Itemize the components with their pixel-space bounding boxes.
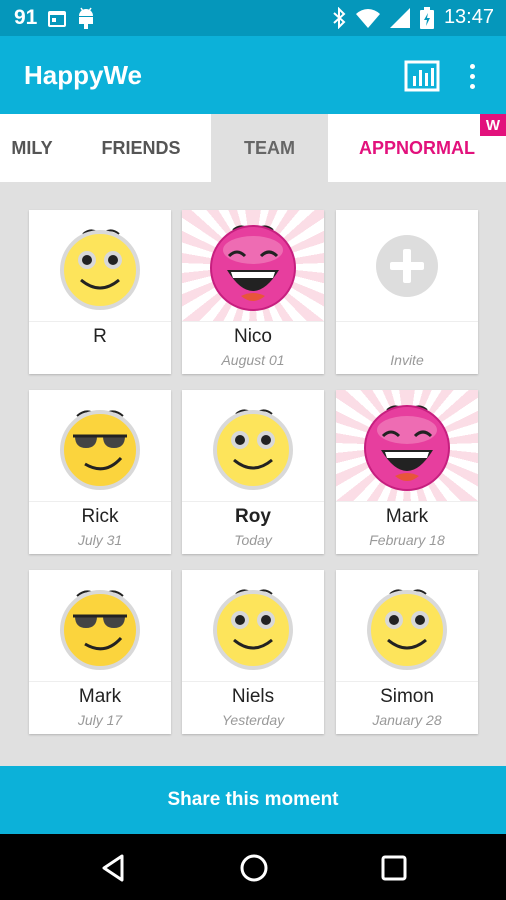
smile-icon xyxy=(213,408,293,490)
member-date: Yesterday xyxy=(221,712,285,728)
bluetooth-icon xyxy=(332,6,346,29)
member-card-mark[interactable]: Mark February 18 xyxy=(336,390,478,554)
smile-icon xyxy=(60,228,140,310)
member-name: Niels xyxy=(231,686,275,707)
member-name: Simon xyxy=(380,686,434,707)
member-name: Mark xyxy=(385,506,429,527)
status-bar: 91 13:47 xyxy=(0,0,506,36)
member-card-mark-2[interactable]: Mark July 17 xyxy=(29,570,171,734)
member-name: Rick xyxy=(81,506,119,527)
signal-icon xyxy=(389,7,410,28)
tab-family[interactable]: MILY xyxy=(0,114,72,182)
member-date: February 18 xyxy=(369,532,445,548)
member-date: July 31 xyxy=(77,532,123,548)
tab-family-label: MILY xyxy=(11,137,53,158)
tab-team[interactable]: TEAM xyxy=(211,114,328,182)
member-card-niels[interactable]: Niels Yesterday xyxy=(182,570,324,734)
new-badge: W xyxy=(480,114,506,136)
calendar-icon xyxy=(47,8,67,28)
back-icon[interactable] xyxy=(98,852,130,884)
app-bar: HappyWe xyxy=(0,36,506,114)
battery-icon xyxy=(419,6,434,29)
member-card-r[interactable]: R xyxy=(29,210,171,374)
share-moment-label: Share this moment xyxy=(167,789,339,810)
share-moment-button[interactable]: Share this moment xyxy=(0,766,506,834)
smirk-icon xyxy=(60,409,140,490)
app-title: HappyWe xyxy=(24,60,142,90)
tab-friends-label: FRIENDS xyxy=(101,137,181,158)
tab-appnormal[interactable]: APPNORMAL W xyxy=(328,114,506,182)
laughing-icon xyxy=(364,404,450,491)
member-name: R xyxy=(93,326,107,347)
tab-friends[interactable]: FRIENDS xyxy=(72,114,210,182)
clock: 13:47 xyxy=(443,6,494,28)
android-icon xyxy=(77,7,95,29)
notification-count: 91 xyxy=(14,6,38,29)
system-nav-bar xyxy=(0,834,506,900)
member-card-rick[interactable]: Rick July 31 xyxy=(29,390,171,554)
recents-icon[interactable] xyxy=(378,852,410,884)
wifi-icon xyxy=(355,8,380,28)
member-grid: R Nico August 01 Invite Rick July 31 Roy… xyxy=(0,182,506,766)
invite-card[interactable]: Invite xyxy=(336,210,478,374)
add-icon xyxy=(376,234,438,297)
laughing-icon xyxy=(210,224,296,311)
home-icon[interactable] xyxy=(238,852,270,884)
member-name: Mark xyxy=(78,686,122,707)
smile-icon xyxy=(213,588,293,670)
member-card-nico[interactable]: Nico August 01 xyxy=(182,210,324,374)
tab-bar: MILY FRIENDS TEAM APPNORMAL W xyxy=(0,114,506,182)
smirk-icon xyxy=(60,589,140,670)
overflow-menu-icon[interactable] xyxy=(462,60,482,92)
member-card-roy[interactable]: Roy Today xyxy=(182,390,324,554)
member-card-simon[interactable]: Simon January 28 xyxy=(336,570,478,734)
member-date: Today xyxy=(234,532,272,548)
smile-icon xyxy=(367,588,447,670)
tab-team-label: TEAM xyxy=(244,137,295,158)
member-date: January 28 xyxy=(372,712,442,728)
member-name: Nico xyxy=(233,326,272,347)
invite-label: Invite xyxy=(390,352,424,368)
member-name: Roy xyxy=(235,506,271,527)
member-date: July 17 xyxy=(77,712,123,728)
chart-icon[interactable] xyxy=(404,60,440,92)
member-date: August 01 xyxy=(221,352,285,368)
tab-appnormal-label: APPNORMAL xyxy=(359,137,475,158)
